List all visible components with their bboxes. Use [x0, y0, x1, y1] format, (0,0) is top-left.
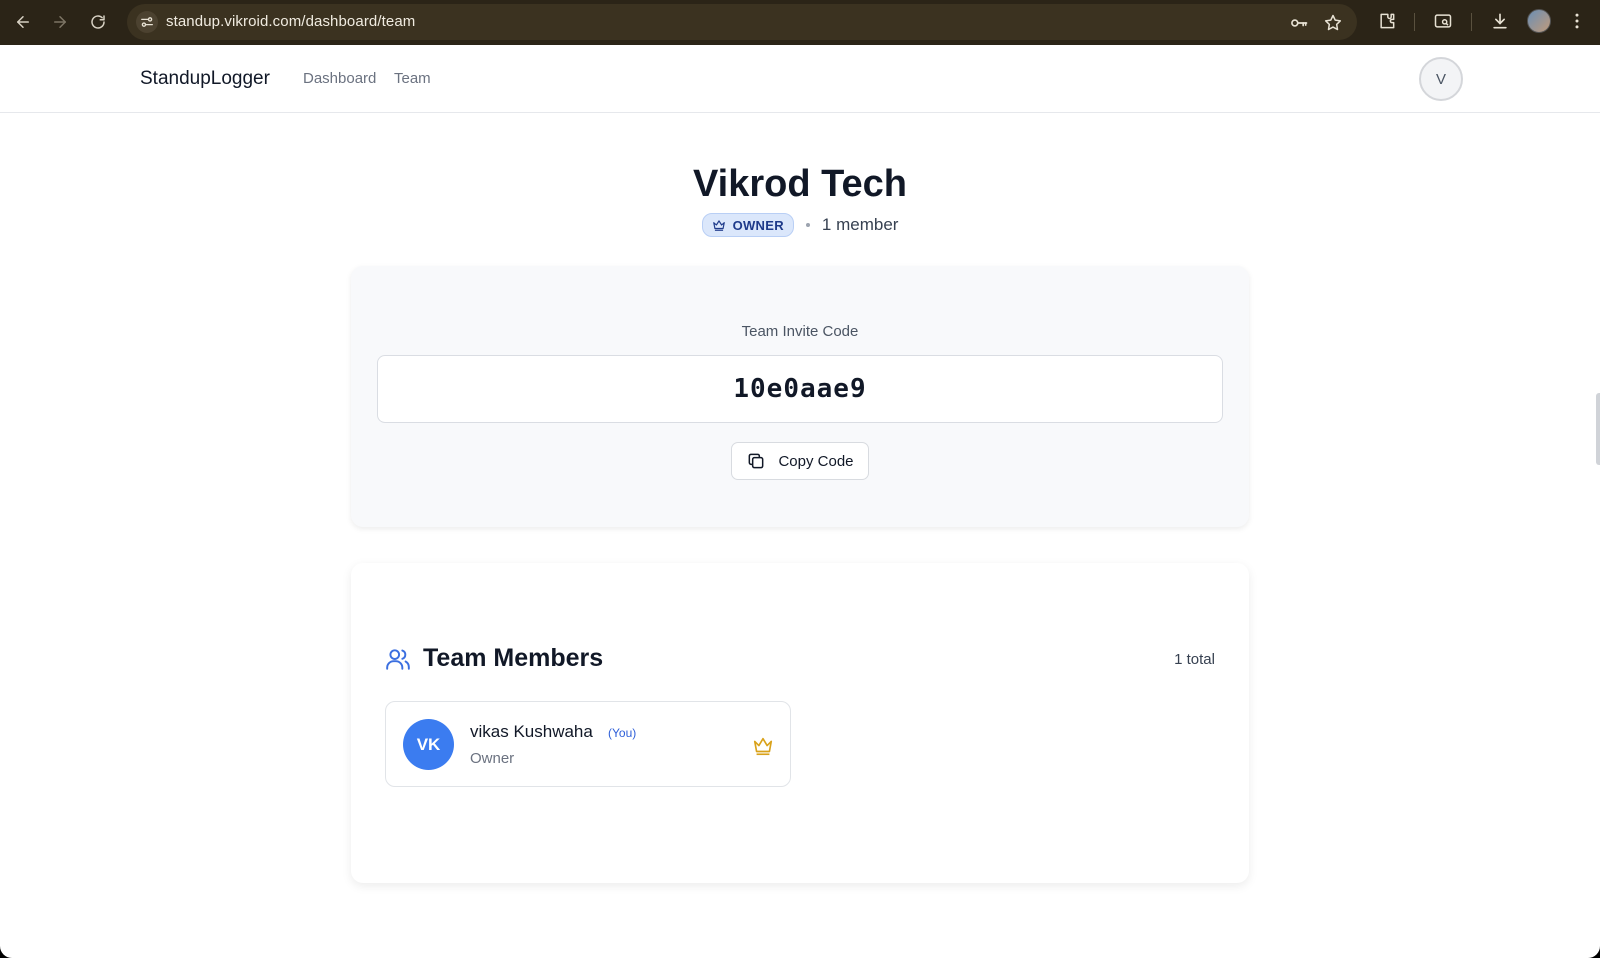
- password-key-icon[interactable]: [1288, 12, 1310, 34]
- member-avatar: VK: [403, 719, 454, 770]
- site-settings-icon[interactable]: [136, 11, 158, 33]
- separator-dot: [805, 223, 810, 227]
- browser-toolbar: standup.vikroid.com/dashboard/team: [0, 0, 1600, 45]
- bookmark-star-icon[interactable]: [1322, 12, 1344, 34]
- arrow-right-icon: [54, 16, 66, 28]
- page-title: Vikrod Tech: [693, 163, 907, 205]
- team-members-title: Team Members: [423, 644, 604, 672]
- member-name: vikas Kushwaha: [470, 722, 593, 741]
- back-button[interactable]: [9, 8, 37, 36]
- invite-code-label: Team Invite Code: [741, 323, 859, 340]
- invite-code-value[interactable]: 10e0aae9: [733, 374, 866, 404]
- invite-code-card: Team Invite Code 10e0aae9 Copy Code: [351, 266, 1249, 527]
- user-avatar-button[interactable]: V: [1419, 57, 1463, 101]
- owner-crown-icon: [753, 737, 773, 756]
- copy-code-button[interactable]: Copy Code: [731, 442, 869, 480]
- nav-link-team[interactable]: Team: [394, 70, 431, 87]
- page-content: StandupLogger Dashboard Team V Vikrod Te…: [0, 45, 1600, 958]
- users-icon: [386, 649, 410, 670]
- forward-button[interactable]: [46, 8, 74, 36]
- copy-icon: [749, 453, 764, 469]
- side-panel-handle[interactable]: [1596, 393, 1600, 465]
- members-total-count: 1 total: [1174, 651, 1215, 668]
- download-icon[interactable]: [1488, 9, 1512, 33]
- url-text[interactable]: standup.vikroid.com/dashboard/team: [166, 13, 415, 30]
- role-badge-label: OWNER: [732, 217, 784, 233]
- top-navigation: StandupLogger Dashboard Team V: [0, 45, 1600, 113]
- copy-code-label: Copy Code: [778, 452, 854, 470]
- member-role: Owner: [470, 750, 515, 767]
- nav-link-dashboard[interactable]: Dashboard: [303, 70, 376, 87]
- arrow-left-icon: [17, 16, 29, 28]
- member-you-tag: (You): [608, 726, 637, 740]
- reload-icon: [91, 15, 105, 29]
- toolbar-divider: [1471, 13, 1472, 31]
- member-count: 1 member: [821, 215, 899, 234]
- crown-icon: [712, 220, 725, 231]
- extensions-icon[interactable]: [1375, 9, 1399, 33]
- team-meta: OWNER 1 member: [0, 213, 1600, 237]
- tab-search-icon[interactable]: [1431, 9, 1455, 33]
- browser-menu-icon[interactable]: [1565, 9, 1589, 33]
- browser-profile-avatar[interactable]: [1527, 9, 1551, 33]
- reload-button[interactable]: [84, 8, 112, 36]
- toolbar-divider: [1414, 13, 1415, 31]
- app-brand[interactable]: StandupLogger: [140, 68, 270, 90]
- role-badge: OWNER: [701, 213, 794, 237]
- address-bar[interactable]: standup.vikroid.com/dashboard/team: [127, 4, 1357, 40]
- invite-code-box[interactable]: 10e0aae9: [377, 355, 1223, 423]
- member-list-item[interactable]: VK vikas Kushwaha (You) Owner: [385, 701, 791, 787]
- team-members-card: Team Members 1 total VK vikas Kushwaha (…: [351, 563, 1249, 883]
